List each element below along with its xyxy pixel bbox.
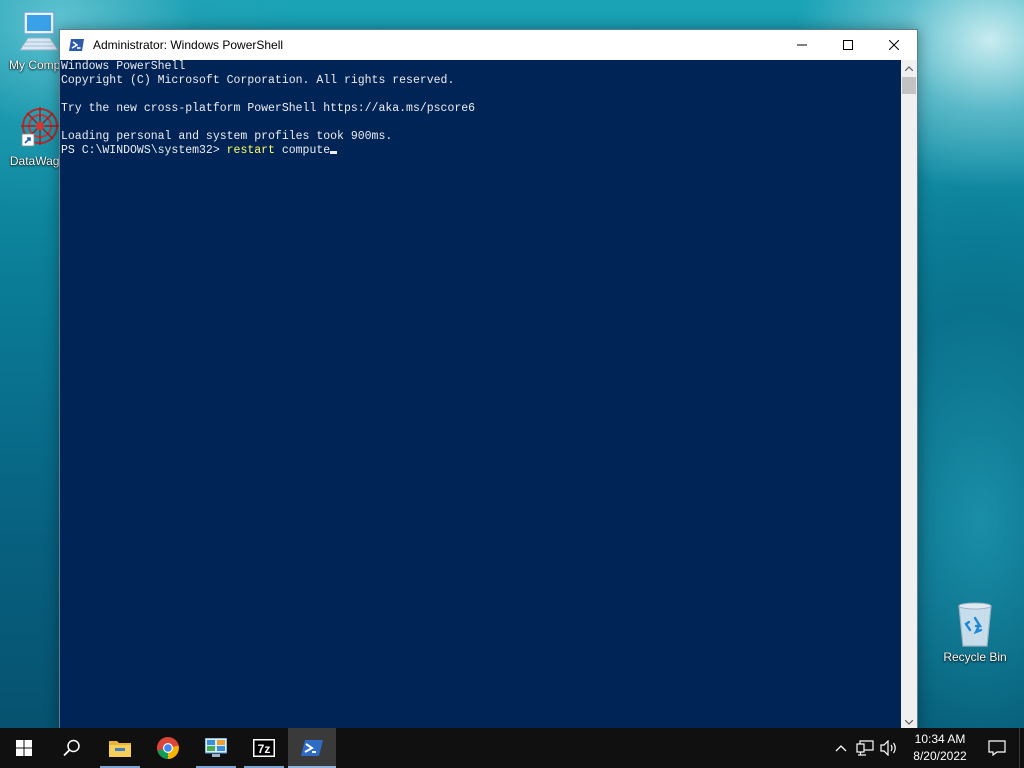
network-icon [856,740,874,756]
taskbar-chrome[interactable] [144,728,192,768]
computer-icon [19,11,59,51]
console-output[interactable]: Windows PowerShell Copyright (C) Microso… [60,60,901,730]
console-prompt: PS C:\WINDOWS\system32> [61,144,227,157]
powershell-icon [301,740,323,756]
desktop-icon-label: Recycle Bin [943,650,1007,664]
taskbar-7zip[interactable]: 7z [240,728,288,768]
taskbar-control-panel[interactable] [192,728,240,768]
scrollbar-thumb[interactable] [902,77,916,94]
notification-icon [988,740,1006,756]
network-button[interactable] [853,728,877,768]
maximize-button[interactable] [825,30,871,60]
taskbar-powershell[interactable] [288,728,336,768]
system-tray: 10:34 AM 8/20/2022 [829,728,1024,768]
recycle-bin-icon [958,602,992,647]
console-command: restart [226,144,275,157]
chevron-up-icon [835,745,847,752]
clock[interactable]: 10:34 AM 8/20/2022 [905,731,975,765]
text-cursor [330,151,338,154]
volume-button[interactable] [877,728,901,768]
console-line: Loading personal and system profiles too… [61,130,393,143]
action-center-button[interactable] [975,728,1019,768]
taskbar: 7z 10:34 AM 8/20/2022 [0,728,1024,768]
minimize-icon [797,44,807,46]
taskbar-file-explorer[interactable] [96,728,144,768]
console-line: Copyright (C) Microsoft Corporation. All… [61,74,455,87]
console-line: Windows PowerShell [61,60,186,73]
volume-icon [880,740,896,756]
powershell-icon [69,39,84,51]
maximize-icon [843,40,853,50]
show-hidden-icons-button[interactable] [829,728,853,768]
close-button[interactable] [871,30,917,60]
scroll-up-button[interactable] [901,60,917,76]
window-title: Administrator: Windows PowerShell [93,38,284,52]
console-input-line[interactable]: PS C:\WINDOWS\system32> restart compute [60,144,901,158]
search-icon [63,739,80,757]
control-panel-icon [205,738,227,757]
minimize-button[interactable] [779,30,825,60]
7zip-icon: 7z [253,739,275,757]
powershell-window: Administrator: Windows PowerShell Window… [59,29,918,731]
desktop-icon-recycle-bin[interactable]: Recycle Bin [937,600,1013,664]
7zip-icon-text: 7z [258,742,271,756]
clock-time: 10:34 AM [914,732,966,746]
chevron-down-icon [905,719,913,725]
chrome-icon [157,737,179,759]
window-titlebar[interactable]: Administrator: Windows PowerShell [60,30,917,60]
datawagon-icon [21,107,59,147]
show-desktop-button[interactable] [1019,728,1024,768]
console-argument: compute [274,144,331,157]
windows-start-icon [16,740,32,756]
chevron-up-icon [905,65,913,71]
console-line: Try the new cross-platform PowerShell ht… [61,102,476,115]
vertical-scrollbar[interactable] [901,60,917,730]
close-icon [889,40,899,50]
start-button[interactable] [0,728,48,768]
folder-icon [109,741,131,757]
search-button[interactable] [48,728,96,768]
clock-date: 8/20/2022 [913,749,967,763]
